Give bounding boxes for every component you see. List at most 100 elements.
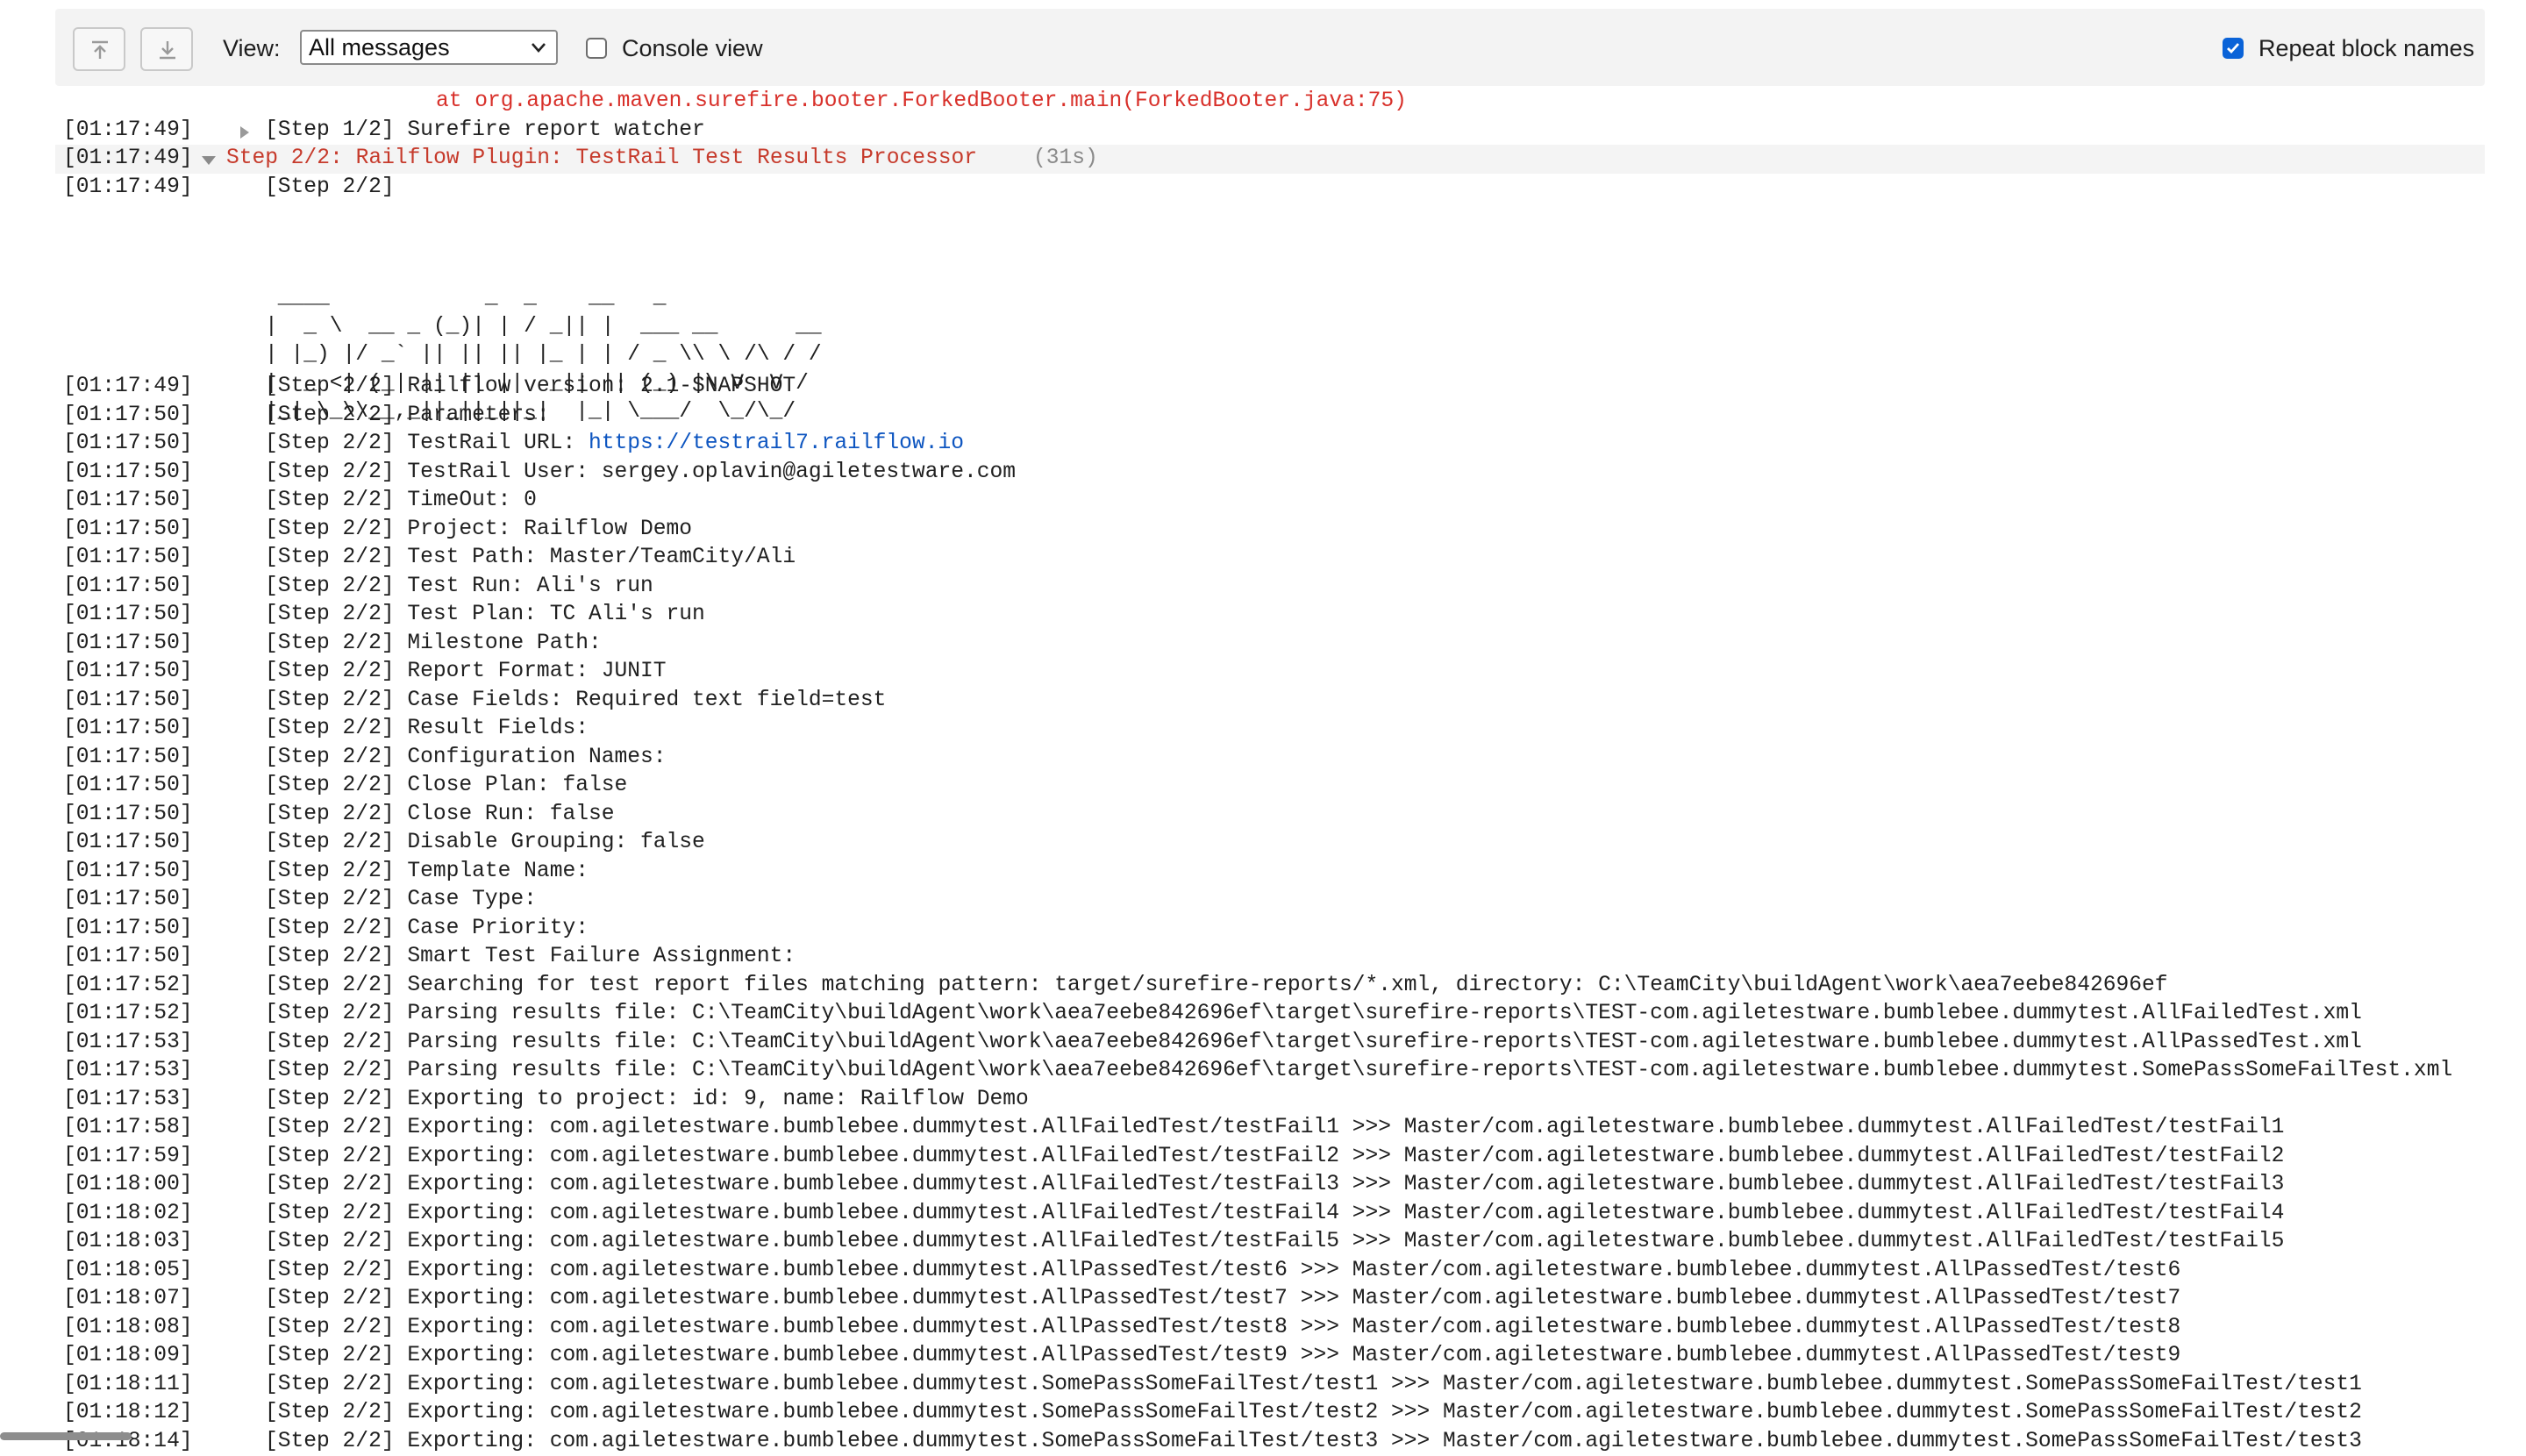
log-line: [01:17:52] [Step 2/2] Searching for test …	[0, 972, 2526, 1001]
console-view-checkbox[interactable]	[586, 38, 607, 59]
timestamp: [01:17:50]	[63, 715, 193, 744]
log-line: [01:17:53][Step 2/2] Parsing results fil…	[0, 1029, 2526, 1058]
timestamp: [01:17:50]	[63, 516, 193, 545]
scroll-to-bottom-icon	[157, 39, 178, 61]
build-log: at org.apache.maven.surefire.booter.Fork…	[0, 88, 2526, 1456]
log-line: [01:17:52][Step 2/2] Parsing results fil…	[0, 1000, 2526, 1029]
timestamp: [01:17:53]	[63, 1057, 193, 1086]
log-message: [Step 2/2] Configuration Names:	[265, 744, 667, 773]
log-message: [Step 2/2] Report Format: JUNIT	[265, 658, 667, 687]
log-message: [Step 2/2] Exporting: com.agiletestware.…	[265, 1285, 2180, 1314]
timestamp: [01:17:50]	[63, 544, 193, 573]
log-message: [Step 2/2] Exporting: com.agiletestware.…	[265, 1428, 2362, 1456]
timestamp: [01:17:58]	[63, 1114, 193, 1143]
log-line: [01:17:50] [Step 2/2] Test Path: Master/T…	[0, 544, 2526, 573]
log-line: [01:18:00] [Step 2/2] Exporting: com.agil…	[0, 1171, 2526, 1200]
log-lines-group: [01:17:50] [Step 2/2] TestRail User: serg…	[0, 459, 2526, 1456]
collapse-arrow-icon[interactable]	[201, 155, 217, 166]
timestamp: [01:17:50]	[63, 573, 193, 602]
timestamp: [01:17:49]	[63, 145, 193, 174]
log-line: [01:17:50][Step 2/2] Template Name:	[0, 858, 2526, 887]
repeat-block-names-label[interactable]: Repeat block names	[2258, 33, 2474, 63]
log-message: [Step 2/2] Parsing results file: C:\Team…	[265, 1057, 2452, 1086]
timestamp: [01:17:50]	[63, 459, 193, 488]
log-line: [01:17:59][Step 2/2] Exporting: com.agil…	[0, 1143, 2526, 1172]
log-message: [Step 2/2] Exporting: com.agiletestware.…	[265, 1200, 2284, 1229]
log-line: [01:18:08] [Step 2/2] Exporting: com.agil…	[0, 1314, 2526, 1343]
step-2-title: Step 2/2: Railflow Plugin: TestRail Test…	[226, 145, 977, 174]
log-message: [Step 2/2] Close Plan: false	[265, 772, 627, 801]
log-line: [01:18:12][Step 2/2] Exporting: com.agil…	[0, 1399, 2526, 1428]
timestamp: [01:18:05]	[63, 1257, 193, 1286]
log-line: [01:18:03][Step 2/2] Exporting: com.agil…	[0, 1228, 2526, 1257]
log-line: [01:17:50][Step 2/2] TimeOut: 0	[0, 487, 2526, 516]
log-message: [Step 2/2] Exporting: com.agiletestware.…	[265, 1228, 2284, 1257]
timestamp: [01:17:50]	[63, 772, 193, 801]
timestamp: [01:17:50]	[63, 687, 193, 716]
timestamp: [01:17:50]	[63, 886, 193, 915]
log-message: [Step 2/2] Exporting: com.agiletestware.…	[265, 1171, 2284, 1200]
log-message: [Step 2/2] Disable Grouping: false	[265, 829, 705, 858]
log-message: [Step 2/2] TestRail URL: https://testrai…	[265, 430, 964, 459]
timestamp: [01:17:50]	[63, 915, 193, 944]
log-message: [Step 2/2] Case Fields: Required text fi…	[265, 687, 886, 716]
log-line: [01:17:50][Step 2/2] Configuration Names…	[0, 744, 2526, 773]
log-line: [01:17:50][Step 2/2] Parameters:	[0, 402, 2526, 431]
log-message: [Step 2/2] Exporting to project: id: 9, …	[265, 1086, 1029, 1115]
timestamp: [01:17:50]	[63, 829, 193, 858]
log-message: [Step 2/2] Exporting: com.agiletestware.…	[265, 1314, 2180, 1343]
timestamp: [01:17:53]	[63, 1086, 193, 1115]
repeat-block-names-checkbox[interactable]	[2223, 38, 2244, 59]
log-message: [Step 2/2] Exporting: com.agiletestware.…	[265, 1114, 2284, 1143]
scroll-to-top-icon	[89, 39, 111, 61]
log-line: [01:18:07][Step 2/2] Exporting: com.agil…	[0, 1285, 2526, 1314]
timestamp: [01:17:52]	[63, 972, 193, 1001]
log-message: [Step 2/2] Railflow version: 2.1-SNAPSHO…	[265, 373, 796, 402]
log-message: [Step 2/2] TestRail User: sergey.oplavin…	[265, 459, 1016, 488]
timestamp: [01:18:12]	[63, 1399, 193, 1428]
console-view-label[interactable]: Console view	[622, 33, 763, 63]
log-message: [Step 2/2]	[265, 174, 395, 203]
step-2-duration: (31s)	[1033, 145, 1098, 174]
log-message: [Step 2/2] Case Type:	[265, 886, 537, 915]
timestamp: [01:18:08]	[63, 1314, 193, 1343]
checkmark-icon	[2226, 42, 2240, 54]
step-2-block[interactable]: [01:17:49] Step 2/2: Railflow Plugin: Te…	[55, 145, 2485, 174]
step-1-block[interactable]: [01:17:49] [Step 1/2] Surefire report wa…	[0, 117, 2526, 146]
log-line: [01:18:09] [Step 2/2] Exporting: com.agil…	[0, 1342, 2526, 1371]
log-message: [Step 2/2] Case Priority:	[265, 915, 589, 944]
timestamp: [01:17:50]	[63, 402, 193, 431]
log-line: [01:18:02][Step 2/2] Exporting: com.agil…	[0, 1200, 2526, 1229]
log-message: [Step 2/2] Milestone Path:	[265, 630, 602, 659]
scroll-to-bottom-button[interactable]	[140, 27, 193, 71]
scroll-to-top-button[interactable]	[73, 27, 125, 71]
timestamp: [01:18:09]	[63, 1342, 193, 1371]
log-message: [Step 2/2] Exporting: com.agiletestware.…	[265, 1371, 2362, 1400]
log-line: [01:17:50][Step 2/2] Smart Test Failure …	[0, 943, 2526, 972]
log-lines-group: [01:17:49] [Step 2/2] Railflow version: 2…	[0, 373, 2526, 430]
log-message: [Step 2/2] Test Plan: TC Ali's run	[265, 601, 705, 630]
log-line: [01:17:50] [Step 2/2] TestRail URL: http…	[0, 430, 2526, 459]
log-message: [Step 2/2] Close Run: false	[265, 801, 614, 830]
log-message: [Step 2/2] Parsing results file: C:\Team…	[265, 1029, 2362, 1058]
testrail-url-link[interactable]: https://testrail7.railflow.io	[589, 432, 964, 455]
view-select[interactable]: All messages	[300, 30, 558, 65]
expand-arrow-icon[interactable]	[239, 125, 251, 139]
timestamp: [01:17:52]	[63, 1000, 193, 1029]
timestamp: [01:17:50]	[63, 601, 193, 630]
timestamp: [01:18:00]	[63, 1171, 193, 1200]
view-label: View:	[223, 33, 281, 63]
log-line: [01:17:50][Step 2/2] Project: Railflow D…	[0, 516, 2526, 545]
timestamp: [01:17:50]	[63, 858, 193, 887]
timestamp: [01:17:49]	[63, 373, 193, 402]
log-message: [Step 2/2] Exporting: com.agiletestware.…	[265, 1257, 2180, 1286]
timestamp: [01:17:50]	[63, 658, 193, 687]
log-line: [01:18:14][Step 2/2] Exporting: com.agil…	[0, 1428, 2526, 1456]
log-message: [Step 2/2] Test Path: Master/TeamCity/Al…	[265, 544, 796, 573]
log-message: [Step 2/2] Exporting: com.agiletestware.…	[265, 1342, 2180, 1371]
horizontal-scrollbar[interactable]	[0, 1432, 132, 1440]
timestamp: [01:17:50]	[63, 430, 193, 459]
log-line: [01:17:49] [Step 2/2]	[0, 174, 2526, 203]
log-message: [Step 2/2] Searching for test report fil…	[265, 972, 2168, 1001]
timestamp: [01:17:50]	[63, 943, 193, 972]
